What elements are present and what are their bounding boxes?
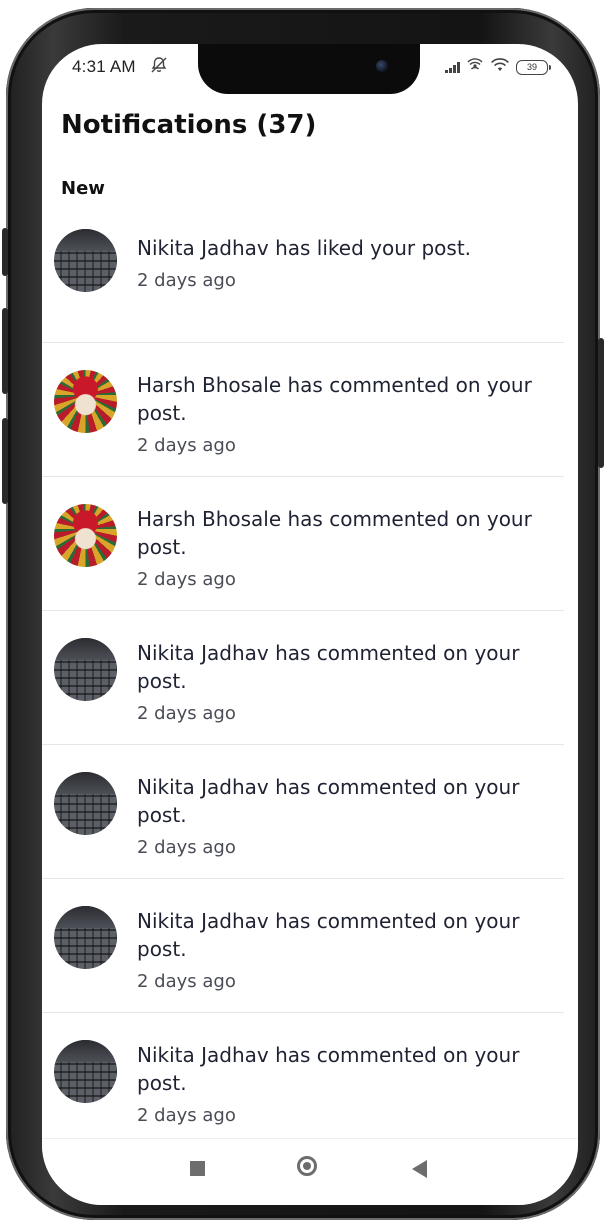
notification-item[interactable]: Harsh Bhosale has commented on your post… xyxy=(42,477,564,611)
hotspot-icon xyxy=(466,57,484,77)
square-icon[interactable] xyxy=(190,1161,205,1176)
notification-message: Harsh Bhosale has commented on your post… xyxy=(137,507,532,559)
wifi-icon xyxy=(490,57,510,77)
notification-item[interactable]: Nikita Jadhav has liked your post. 2 days… xyxy=(42,208,564,343)
avatar[interactable] xyxy=(54,638,117,701)
notification-time: 2 days ago xyxy=(137,270,236,291)
bell-off-icon xyxy=(150,56,168,78)
power-button-hw xyxy=(598,338,604,468)
notification-message: Nikita Jadhav has commented on your post… xyxy=(137,909,520,961)
phone-frame: 4:31 AM 39 Notifications (37) New Nikita… xyxy=(2,8,604,1220)
volume-down-button-hw xyxy=(2,308,8,394)
avatar[interactable] xyxy=(54,504,117,567)
page-title: Notifications (37) xyxy=(61,110,317,140)
notification-message: Nikita Jadhav has commented on your post… xyxy=(137,775,520,827)
avatar[interactable] xyxy=(54,229,117,292)
battery-icon: 39 xyxy=(516,59,551,75)
notification-time: 2 days ago xyxy=(137,1105,236,1126)
mute-switch-hw xyxy=(2,418,8,504)
avatar[interactable] xyxy=(54,772,117,835)
avatar[interactable] xyxy=(54,1040,117,1103)
notification-time: 2 days ago xyxy=(137,435,236,456)
system-nav-bar xyxy=(42,1138,578,1205)
signal-icon xyxy=(445,61,460,73)
notification-message: Nikita Jadhav has commented on your post… xyxy=(137,641,520,693)
notch xyxy=(198,44,420,94)
notification-message: Nikita Jadhav has commented on your post… xyxy=(137,1043,520,1095)
volume-up-button-hw xyxy=(2,228,8,276)
notification-item[interactable]: Nikita Jadhav has commented on your post… xyxy=(42,745,564,879)
notification-message: Harsh Bhosale has commented on your post… xyxy=(137,373,532,425)
notification-message: Nikita Jadhav has liked your post. xyxy=(137,236,472,260)
notification-item[interactable]: Nikita Jadhav has commented on your post… xyxy=(42,1013,564,1147)
status-icons: 39 xyxy=(445,57,551,77)
section-label-new: New xyxy=(61,178,105,199)
avatar[interactable] xyxy=(54,906,117,969)
notification-list: Nikita Jadhav has liked your post. 2 days… xyxy=(42,208,578,1147)
notification-time: 2 days ago xyxy=(137,971,236,992)
notification-item[interactable]: Harsh Bhosale has commented on your post… xyxy=(42,343,564,477)
notification-item[interactable]: Nikita Jadhav has commented on your post… xyxy=(42,879,564,1013)
notification-time: 2 days ago xyxy=(137,569,236,590)
phone-screen: 4:31 AM 39 Notifications (37) New Nikita… xyxy=(42,44,578,1205)
back-triangle-icon[interactable] xyxy=(412,1160,427,1178)
notification-time: 2 days ago xyxy=(137,703,236,724)
notification-time: 2 days ago xyxy=(137,837,236,858)
circle-icon[interactable] xyxy=(297,1156,317,1176)
status-time: 4:31 AM xyxy=(72,57,136,76)
avatar[interactable] xyxy=(54,370,117,433)
camera-icon xyxy=(376,60,388,72)
notification-item[interactable]: Nikita Jadhav has commented on your post… xyxy=(42,611,564,745)
